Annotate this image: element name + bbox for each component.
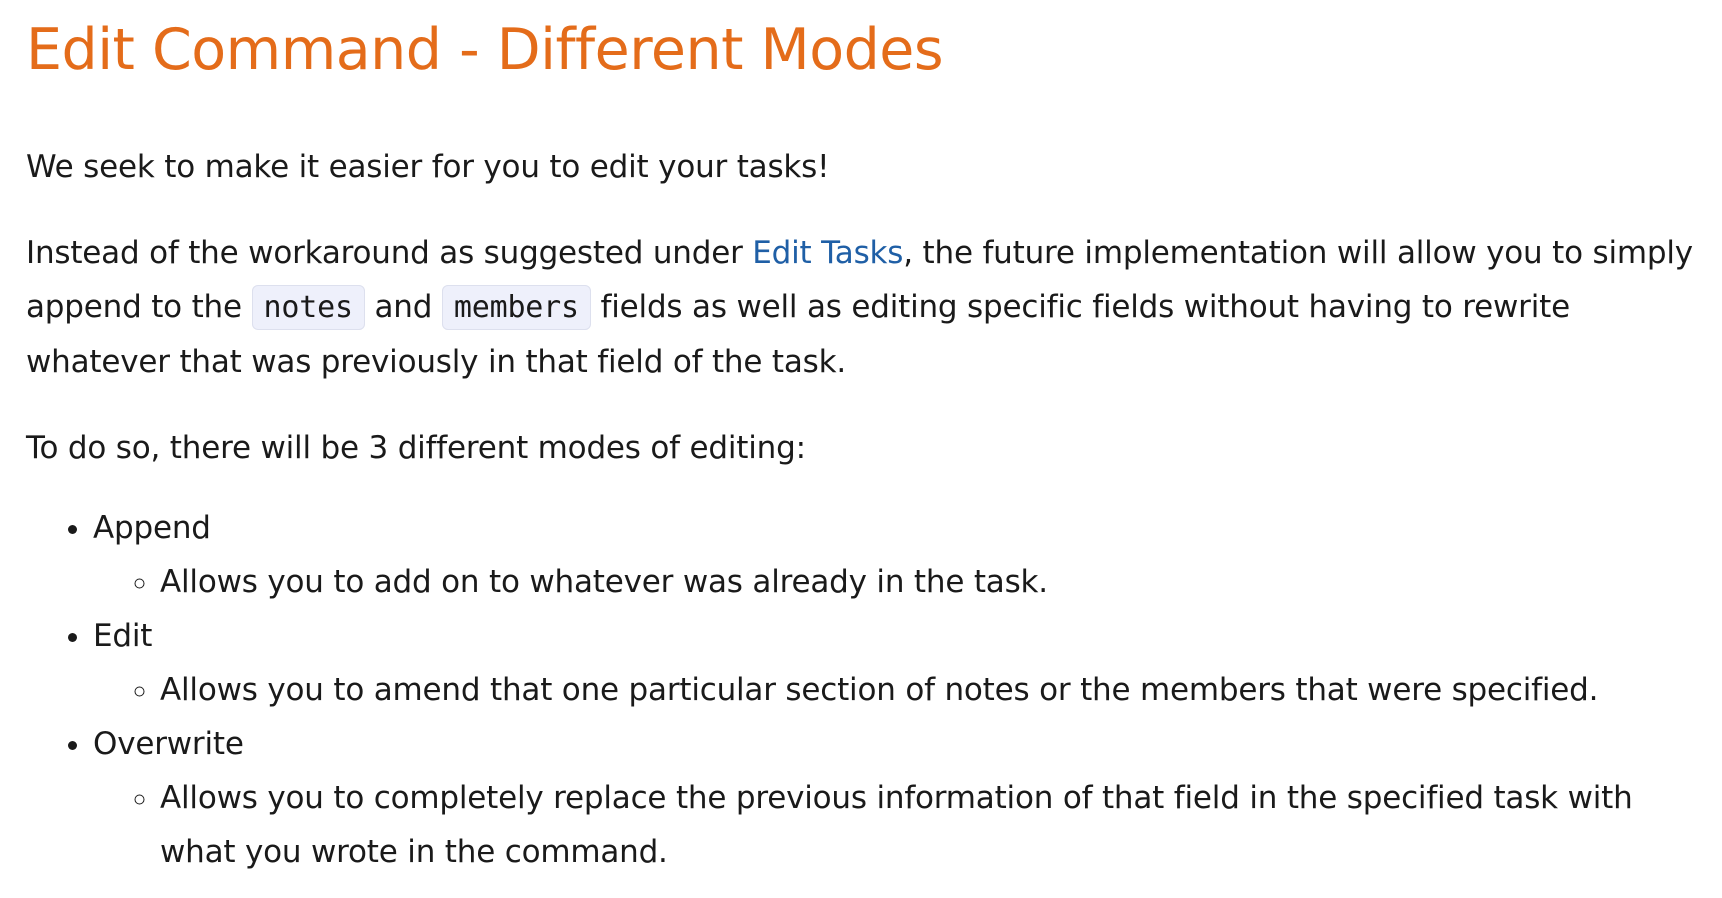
modes-intro-paragraph: To do so, there will be 3 different mode… — [26, 430, 806, 466]
notes-code: notes — [251, 285, 365, 330]
mode-description-overwrite: Allows you to completely replace the pre… — [160, 771, 1696, 879]
page-title: Edit Command - Different Modes — [26, 17, 944, 83]
mode-item-append: Append Allows you to add on to whatever … — [93, 501, 1696, 609]
mode-item-edit: Edit Allows you to amend that one partic… — [93, 609, 1696, 717]
mode-name-append: Append — [93, 510, 211, 546]
mode-description-edit: Allows you to amend that one particular … — [160, 663, 1696, 717]
members-code: members — [441, 285, 591, 330]
mode-name-overwrite: Overwrite — [93, 726, 244, 762]
mode-description-list: Allows you to amend that one particular … — [93, 663, 1696, 717]
mode-description-list: Allows you to add on to whatever was alr… — [93, 555, 1696, 609]
mode-item-overwrite: Overwrite Allows you to completely repla… — [93, 717, 1696, 879]
details-text-before-link: Instead of the workaround as suggested u… — [26, 235, 753, 271]
modes-list: Append Allows you to add on to whatever … — [26, 501, 1696, 879]
mode-description-list: Allows you to completely replace the pre… — [93, 771, 1696, 879]
details-paragraph: Instead of the workaround as suggested u… — [26, 226, 1696, 389]
mode-name-edit: Edit — [93, 618, 153, 654]
details-and-text: and — [364, 289, 442, 325]
edit-tasks-link[interactable]: Edit Tasks — [752, 235, 903, 271]
intro-paragraph: We seek to make it easier for you to edi… — [26, 149, 830, 185]
mode-description-append: Allows you to add on to whatever was alr… — [160, 555, 1696, 609]
